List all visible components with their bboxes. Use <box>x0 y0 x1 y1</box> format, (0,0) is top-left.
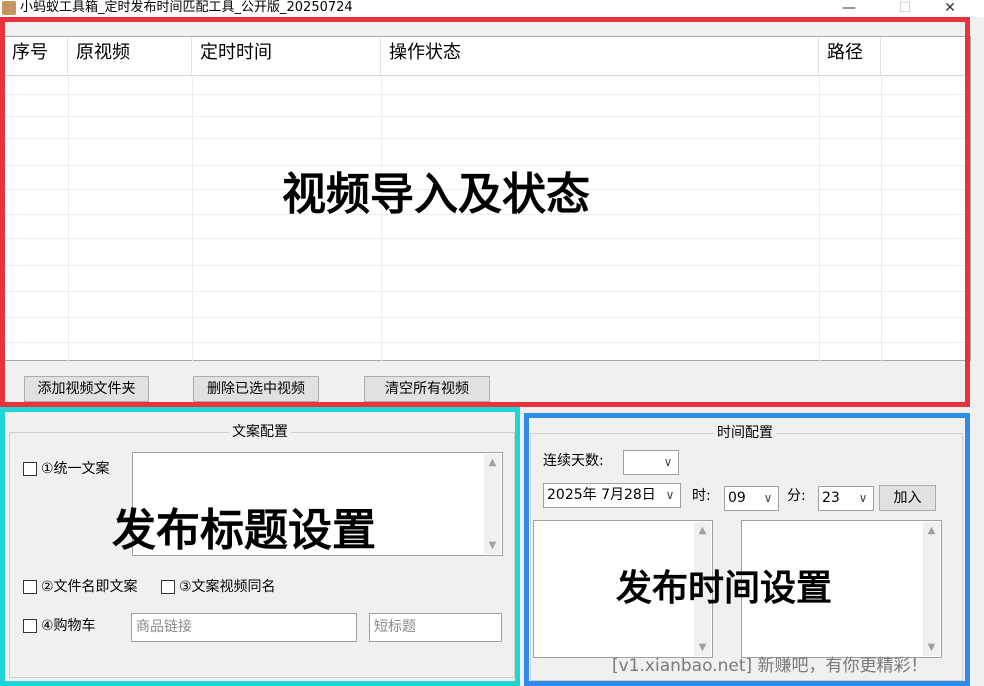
annotation-import-status: 视频导入及状态 <box>282 169 590 220</box>
annotation-box-time-settings <box>524 413 970 686</box>
title-bar: 小蚂蚁工具箱_定时发布时间匹配工具_公开版_20250724 — ☐ ✕ <box>0 0 984 17</box>
watermark: [v1.xianbao.net] 新赚吧，有你更精彩！ <box>612 656 928 676</box>
maximize-button[interactable]: ☐ <box>885 0 925 17</box>
close-button[interactable]: ✕ <box>930 0 970 17</box>
annotation-time-settings: 发布时间设置 <box>616 568 833 609</box>
annotation-title-settings: 发布标题设置 <box>112 505 376 556</box>
app-logo-icon <box>2 1 16 15</box>
window-title: 小蚂蚁工具箱_定时发布时间匹配工具_公开版_20250724 <box>20 0 353 15</box>
minimize-button[interactable]: — <box>829 0 869 17</box>
